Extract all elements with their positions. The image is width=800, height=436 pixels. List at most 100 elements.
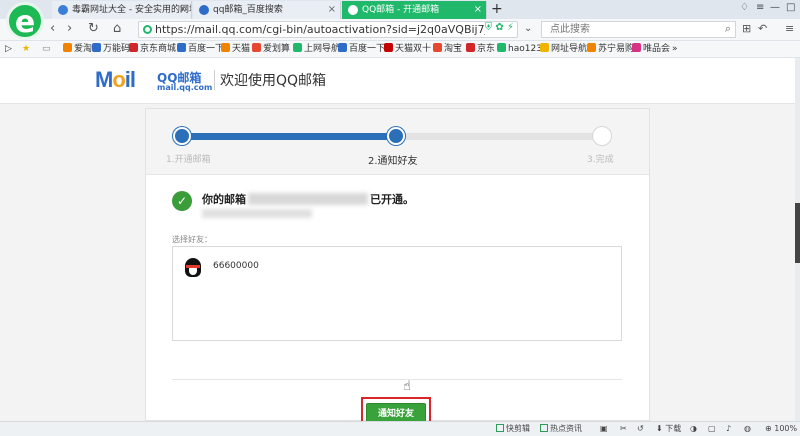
tab-bar: 毒霸网址大全 - 安全实用的网址 × qq邮箱_百度搜索 × QQ邮箱 - 开通…: [0, 0, 800, 19]
volume-icon[interactable]: ◑: [690, 423, 697, 435]
bookmark-item[interactable]: 上网导航: [293, 43, 340, 55]
new-tab-button[interactable]: +: [491, 0, 503, 18]
tab-title: 毒霸网址大全 - 安全实用的网址: [72, 5, 192, 15]
scissors-icon: [496, 424, 504, 432]
news-icon: [540, 424, 548, 432]
scrollbar[interactable]: [795, 58, 800, 421]
refresh-status-icon[interactable]: ↺: [637, 423, 644, 435]
choose-friends-label: 选择好友：: [172, 235, 212, 244]
check-icon: ✓: [172, 191, 192, 211]
bookmarks-more-button[interactable]: »: [672, 43, 678, 55]
tab-favicon-icon: [58, 5, 68, 15]
bookmark-item[interactable]: 网址导航: [540, 43, 587, 55]
forward-icon[interactable]: ›: [67, 21, 72, 37]
sub-note: [202, 209, 312, 219]
cursor-hand-icon: ☝: [403, 379, 411, 394]
bookmark-icon: [129, 43, 138, 52]
tab-duba[interactable]: 毒霸网址大全 - 安全实用的网址 ×: [52, 1, 192, 19]
notify-friends-button[interactable]: 通知好友: [366, 403, 426, 421]
bookmark-icon: [293, 43, 302, 52]
shirt-skin-icon[interactable]: ♢: [740, 2, 749, 13]
bookmark-icon: [221, 43, 230, 52]
shield-status-icon[interactable]: ◍: [744, 423, 751, 435]
home-icon[interactable]: ⌂: [113, 21, 121, 37]
penguin-avatar-icon[interactable]: [183, 256, 203, 278]
status-bar: 快剪辑 热点资讯 ▣ ✂ ↺ ⬇ 下载 ◑ ▢ ♪ ◍ ⊕ 100%: [0, 421, 800, 436]
close-icon[interactable]: ×: [328, 1, 336, 19]
favorites-star-icon[interactable]: ★: [22, 43, 30, 55]
mail-header: Moil QQ邮箱 mail.qq.com 欢迎使用QQ邮箱: [0, 58, 795, 104]
bookmark-item[interactable]: 唯品会: [632, 43, 670, 55]
url-field[interactable]: https://mail.qq.com/cgi-bin/autoactivati…: [138, 21, 518, 38]
bookmark-item[interactable]: 苏宁易购: [587, 43, 634, 55]
bookmark-icon: [587, 43, 596, 52]
tab-favicon-icon: [348, 5, 358, 15]
more-menu-icon[interactable]: ≡: [785, 21, 794, 37]
bookmark-item[interactable]: 天猫: [221, 43, 250, 55]
bookmark-item[interactable]: 百度一下: [338, 43, 385, 55]
close-icon[interactable]: ×: [179, 1, 187, 19]
bookmark-icon: [497, 43, 506, 52]
bookmark-item[interactable]: 天猫双十: [384, 43, 431, 55]
bookmark-icon: [92, 43, 101, 52]
refresh-icon[interactable]: ↻: [88, 21, 99, 37]
tab-title: QQ邮箱 - 开通邮箱: [362, 5, 440, 15]
back-icon[interactable]: ‹: [50, 21, 55, 37]
status-tools-icon[interactable]: ▣: [600, 423, 608, 435]
page-title: 欢迎使用QQ邮箱: [220, 73, 327, 89]
progress-fill: [182, 133, 396, 140]
search-icon[interactable]: ⌕: [725, 22, 731, 36]
scrollbar-thumb[interactable]: [795, 203, 800, 263]
bookmark-icon: [466, 43, 475, 52]
url-text[interactable]: https://mail.qq.com/cgi-bin/autoactivati…: [155, 23, 485, 36]
bookmarks-bar: ▷ ★ ▭ 爱淘宝 万能码 京东商城 百度一下 天猫 爱划算 上网导航 百度一下…: [0, 41, 800, 58]
bookmark-icon: [632, 43, 641, 52]
header-divider: [214, 70, 215, 90]
bookmark-item[interactable]: 京东商城: [129, 43, 176, 55]
mail-logo[interactable]: Moil: [95, 68, 136, 92]
trim-icon[interactable]: ✂: [620, 423, 627, 435]
bookmark-icon: [338, 43, 347, 52]
friend-id[interactable]: 66600000: [213, 261, 259, 271]
bookmark-icon: [252, 43, 261, 52]
speaker-icon[interactable]: ♪: [726, 423, 731, 435]
zoom-level[interactable]: ⊕ 100%: [765, 423, 797, 435]
friend-list[interactable]: 66600000: [172, 246, 622, 341]
url-tools-icon[interactable]: ⛨ ✿ ⚡: [485, 22, 514, 33]
search-box[interactable]: ⌕: [541, 21, 736, 38]
menu-icon[interactable]: ≡: [756, 2, 764, 13]
bookmark-item[interactable]: 爱划算: [252, 43, 290, 55]
download-item[interactable]: ⬇ 下载: [656, 423, 681, 435]
grid-icon[interactable]: ⊞: [742, 21, 751, 37]
step-3-dot: [593, 127, 611, 145]
undo-icon[interactable]: ↶: [758, 21, 767, 37]
bookmark-icon: [433, 43, 442, 52]
tab-title: qq邮箱_百度搜索: [213, 5, 283, 15]
tab-qqmail[interactable]: QQ邮箱 - 开通邮箱 ×: [342, 1, 487, 19]
dropdown-icon[interactable]: ⌄: [524, 21, 532, 37]
progress-steps: 1.开通邮箱 2.通知好友 3.完成: [146, 109, 649, 175]
sidebar-toggle-icon[interactable]: ▷: [5, 43, 12, 55]
maximize-icon[interactable]: □: [786, 2, 795, 13]
minimize-icon[interactable]: —: [770, 2, 780, 13]
step-2-label: 2.通知好友: [368, 156, 418, 167]
bookmark-item[interactable]: 淘宝: [433, 43, 462, 55]
address-bar: ‹ › ↻ ⌂ https://mail.qq.com/cgi-bin/auto…: [0, 19, 800, 41]
bookmark-item[interactable]: 百度一下: [177, 43, 224, 55]
status-item[interactable]: 快剪辑: [496, 423, 530, 435]
folder-icon[interactable]: ▭: [42, 43, 51, 55]
window-icon[interactable]: ▢: [708, 423, 716, 435]
status-item[interactable]: 热点资讯: [540, 423, 582, 435]
bookmark-icon: [384, 43, 393, 52]
browser-logo-icon[interactable]: e: [6, 2, 44, 40]
page-viewport: Moil QQ邮箱 mail.qq.com 欢迎使用QQ邮箱 1.开通邮箱 2.…: [0, 58, 795, 421]
bookmark-item[interactable]: 万能码: [92, 43, 130, 55]
redacted-email: [248, 193, 368, 205]
bookmark-item[interactable]: 京东: [466, 43, 495, 55]
search-input[interactable]: [542, 22, 712, 37]
secure-icon: [143, 25, 152, 34]
divider: [172, 379, 622, 380]
tab-baidu[interactable]: qq邮箱_百度搜索 ×: [193, 1, 341, 19]
close-icon[interactable]: ×: [474, 1, 482, 19]
bookmark-item[interactable]: hao123: [497, 43, 542, 55]
